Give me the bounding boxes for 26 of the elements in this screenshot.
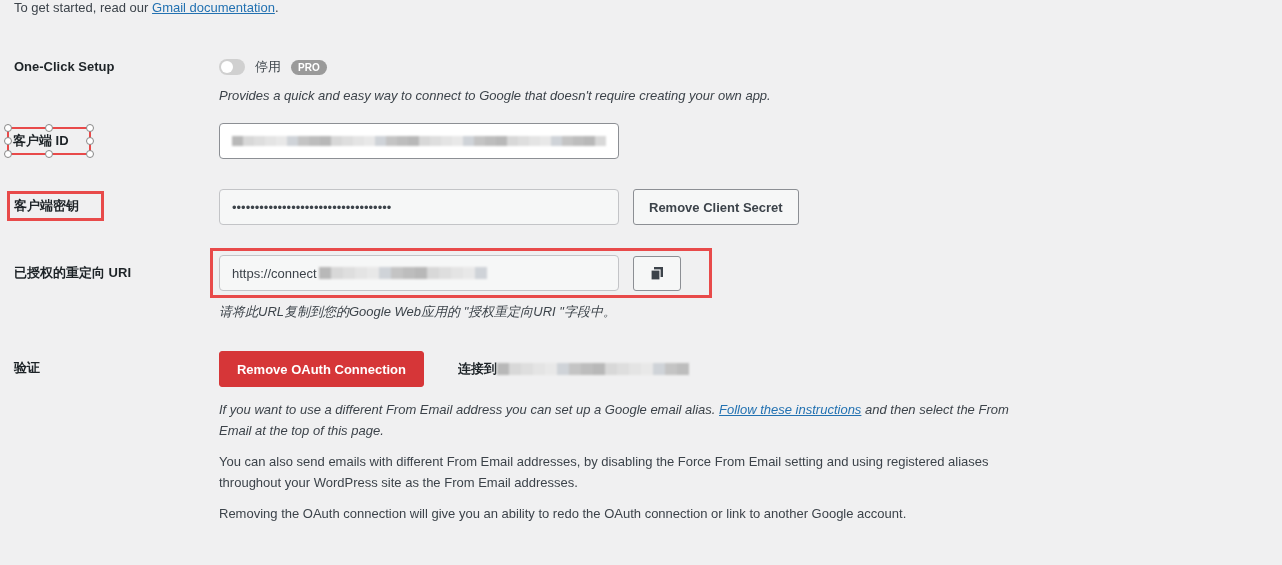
field-label: One-Click Setup	[14, 59, 115, 74]
documentation-link[interactable]: Gmail documentation	[152, 0, 275, 15]
toggle-state-text: 停用	[255, 58, 281, 76]
field-label: 验证	[14, 359, 40, 377]
input-field[interactable]: •••••••••••••••••••••••••••••••••••	[219, 189, 619, 225]
pro-badge: PRO	[291, 59, 327, 75]
instructions-link[interactable]: Follow these instructions	[719, 402, 862, 417]
resize-handle[interactable]	[44, 124, 53, 132]
copy-button[interactable]	[633, 255, 681, 291]
description-text: Provides a quick and easy way to connect to Google that doesn't require creating your own app.	[219, 88, 772, 103]
field-label: 已授权的重定向 URI	[14, 264, 131, 282]
toggle-switch[interactable]	[219, 59, 245, 75]
resize-handle[interactable]	[44, 150, 53, 158]
intro-text: To get started, read our Gmail documentation.	[14, 0, 280, 16]
field-label: 客户端密钥	[14, 197, 79, 215]
connected-label: 连接到	[458, 360, 497, 378]
input-field[interactable]	[219, 123, 619, 159]
copy-icon	[651, 266, 663, 280]
remove-secret-button[interactable]: Remove Client Secret	[633, 189, 799, 225]
description-text: 请将此URL复制到您的Google Web应用的 "授权重定向URI "字段中。	[219, 303, 617, 321]
note-text: You can also send emails with different From Email addresses, by disabling the Force From Email setting and using registered aliases throughout your WordPress site as the From Email addresses.	[219, 453, 990, 492]
remove-connection-button[interactable]: Remove OAuth Connection	[219, 351, 424, 387]
input-field[interactable]: https://connect	[219, 255, 619, 291]
field-label: 客户端 ID	[13, 132, 69, 150]
note-text: Removing the OAuth connection will give you an ability to redo the OAuth connection or link to another Google account.	[219, 505, 908, 523]
note-text: If you want to use a different From Email address you can set up a Google email alias. Follow these instructions and then select the From Email at the top of this page.	[219, 401, 1010, 440]
